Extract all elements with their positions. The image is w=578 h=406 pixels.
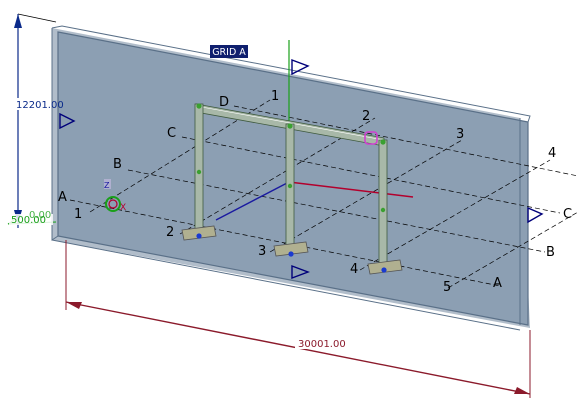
grid-label-b-left: B xyxy=(113,157,122,172)
grid-label-b-right: B xyxy=(546,245,555,260)
left-small-dimension-overlap: 0.00 xyxy=(29,210,51,221)
grid-label-c-right: C xyxy=(563,207,572,222)
axis-label-x: X xyxy=(120,203,126,213)
grid-label-3-top: 3 xyxy=(456,127,464,142)
axis-label-z: Z xyxy=(104,181,110,190)
grid-label-1-top: 1 xyxy=(271,89,279,104)
model-view-canvas[interactable]: GRID A A B C D A B C 1 2 3 4 1 2 3 4 5 Z… xyxy=(0,0,578,406)
width-dimension-value: 30001.00 xyxy=(298,339,346,350)
column-2[interactable] xyxy=(194,103,204,233)
grid-label-2-bottom: 2 xyxy=(166,225,174,240)
plane-handle-right-icon[interactable] xyxy=(527,206,544,224)
grid-a-label[interactable]: GRID A xyxy=(210,45,248,58)
grid-a-label-text: GRID A xyxy=(212,47,246,58)
height-dimension-value: 12201.00 xyxy=(16,100,64,111)
grid-label-c-left: C xyxy=(167,126,176,141)
grid-label-4-top: 4 xyxy=(548,146,556,161)
grid-a-plane[interactable] xyxy=(51,25,544,331)
grid-label-a-right: A xyxy=(493,276,502,291)
grid-label-d-left: D xyxy=(219,95,229,110)
grid-label-2-top: 2 xyxy=(362,109,370,124)
grid-label-a-left: A xyxy=(58,190,67,205)
grid-label-4-bottom: 4 xyxy=(350,262,358,277)
grid-label-1-bottom: 1 xyxy=(74,207,82,222)
grid-label-5-bottom: 5 xyxy=(443,280,451,295)
model-viewport[interactable]: GRID A A B C D A B C 1 2 3 4 1 2 3 4 5 Z… xyxy=(0,0,578,406)
column-4[interactable] xyxy=(378,139,388,266)
grid-label-3-bottom: 3 xyxy=(258,244,266,259)
